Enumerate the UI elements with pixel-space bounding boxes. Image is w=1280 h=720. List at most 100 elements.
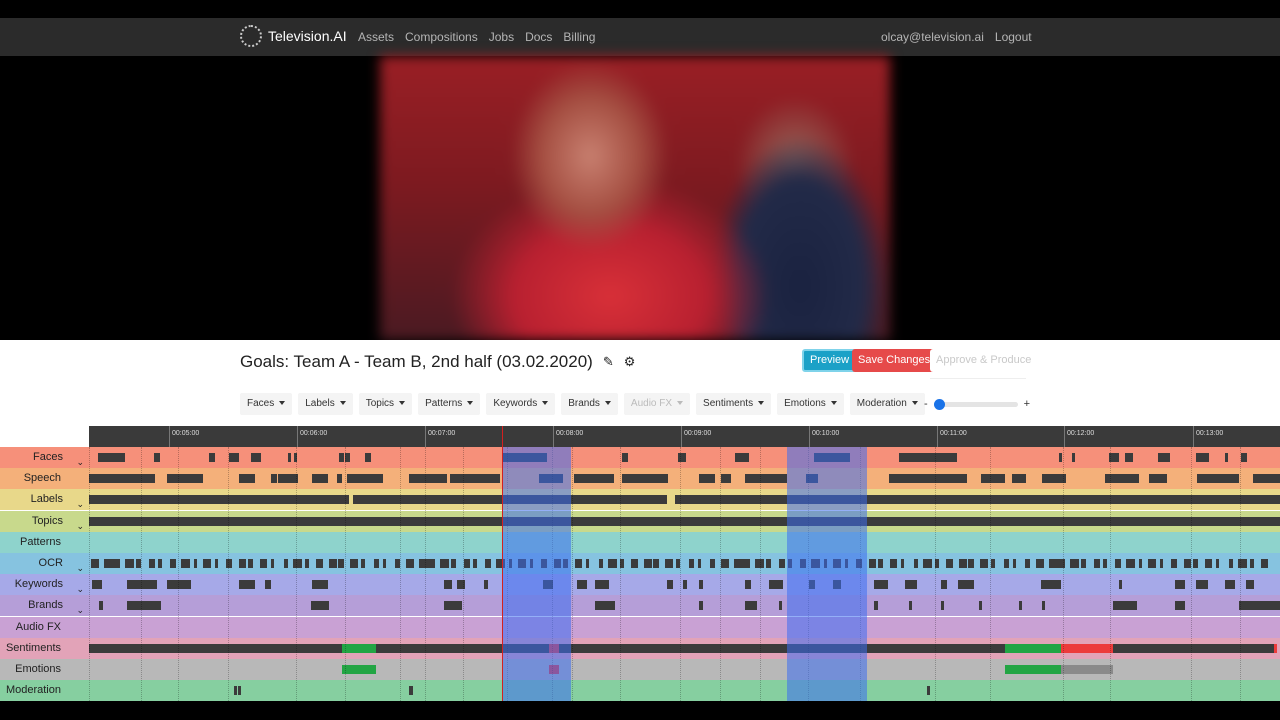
timeline-segment[interactable] — [1216, 559, 1219, 568]
timeline-row-keywords[interactable]: Keywords ⌄ — [0, 574, 1280, 596]
timeline-segment[interactable] — [1139, 559, 1142, 568]
timeline-segment[interactable] — [631, 559, 638, 568]
logout-link[interactable]: Logout — [995, 30, 1032, 44]
timeline-segment[interactable] — [203, 559, 211, 568]
timeline-segment[interactable] — [899, 453, 957, 462]
timeline-segment[interactable] — [599, 559, 603, 568]
timeline-segment[interactable] — [234, 686, 237, 696]
timeline-segment[interactable] — [1049, 559, 1058, 568]
timeline-segment[interactable] — [608, 559, 617, 568]
timeline-segment[interactable] — [1036, 559, 1044, 568]
row-label[interactable]: Brands ⌄ — [0, 595, 89, 616]
timeline-segment[interactable] — [878, 559, 883, 568]
timeline-segment[interactable] — [239, 559, 246, 568]
timeline-segment[interactable] — [288, 453, 291, 462]
timeline-segment[interactable] — [779, 601, 782, 611]
timeline-segment[interactable] — [1225, 453, 1228, 462]
timeline-segment[interactable] — [735, 453, 749, 462]
timeline-segment[interactable] — [959, 559, 967, 568]
timeline-segment[interactable] — [409, 474, 447, 484]
timeline-segment[interactable] — [338, 559, 344, 568]
timeline[interactable]: 00:05:00 00:06:00 00:07:00 00:08:00 00:09:00… — [0, 426, 1280, 702]
timeline-segment[interactable] — [251, 453, 261, 462]
timeline-segment[interactable] — [1171, 559, 1177, 568]
filter-patterns[interactable]: Patterns — [418, 393, 481, 415]
filter-faces[interactable]: Faces — [240, 393, 293, 415]
timeline-segment[interactable] — [745, 474, 787, 484]
timeline-segment[interactable] — [1149, 474, 1167, 484]
timeline-segment[interactable] — [586, 559, 589, 568]
row-label[interactable]: Audio FX — [0, 617, 89, 638]
timeline-segment[interactable] — [1264, 601, 1280, 611]
timeline-segment[interactable] — [1196, 453, 1209, 462]
row-track[interactable] — [89, 659, 1280, 680]
row-label[interactable]: Faces ⌄ — [0, 447, 89, 468]
timeline-segment[interactable] — [559, 643, 1005, 653]
timeline-segment[interactable] — [265, 580, 271, 590]
timeline-segment[interactable] — [89, 495, 349, 505]
timeline-row-moderation[interactable]: Moderation — [0, 680, 1280, 702]
timeline-segment[interactable] — [209, 453, 215, 462]
row-track[interactable] — [89, 574, 1280, 595]
timeline-segment[interactable] — [575, 559, 582, 568]
timeline-segment[interactable] — [941, 580, 947, 590]
timeline-segment[interactable] — [91, 559, 99, 568]
timeline-segment[interactable] — [1205, 559, 1212, 568]
timeline-segment[interactable] — [485, 559, 491, 568]
timeline-segment[interactable] — [1158, 453, 1170, 462]
timeline-row-audio-fx[interactable]: Audio FX — [0, 616, 1280, 638]
timeline-segment[interactable] — [1125, 453, 1133, 462]
timeline-row-brands[interactable]: Brands ⌄ — [0, 595, 1280, 617]
video-frame[interactable] — [380, 56, 890, 340]
row-track[interactable] — [89, 532, 1280, 553]
timeline-row-emotions[interactable]: Emotions — [0, 659, 1280, 680]
timeline-segment[interactable] — [699, 474, 715, 484]
save-changes-button[interactable]: Save Changes — [852, 349, 937, 372]
timeline-segment[interactable] — [444, 601, 462, 611]
timeline-segment[interactable] — [1019, 601, 1022, 611]
timeline-segment[interactable] — [769, 580, 783, 590]
timeline-segment[interactable] — [721, 559, 729, 568]
timeline-segment[interactable] — [312, 474, 328, 484]
timeline-segment[interactable] — [675, 495, 1280, 505]
timeline-segment[interactable] — [451, 559, 456, 568]
timeline-segment[interactable] — [1059, 453, 1062, 462]
timeline-segment[interactable] — [293, 559, 302, 568]
timeline-segment[interactable] — [149, 559, 155, 568]
timeline-segment[interactable] — [980, 559, 988, 568]
timeline-segment[interactable] — [125, 559, 134, 568]
nav-link-assets[interactable]: Assets — [358, 30, 394, 44]
nav-link-docs[interactable]: Docs — [525, 30, 552, 44]
timeline-segment[interactable] — [1119, 580, 1122, 590]
timeline-segment[interactable] — [1261, 559, 1268, 568]
filter-labels[interactable]: Labels — [298, 393, 353, 415]
timeline-segment[interactable] — [1013, 559, 1016, 568]
timeline-segment[interactable] — [1241, 453, 1247, 462]
timeline-segment[interactable] — [622, 474, 668, 484]
timeline-segment[interactable] — [914, 559, 918, 568]
timeline-segment[interactable] — [312, 580, 328, 590]
time-ruler[interactable]: 00:05:00 00:06:00 00:07:00 00:08:00 00:09:00… — [89, 426, 1280, 447]
timeline-segment[interactable] — [484, 580, 488, 590]
filter-sentiments[interactable]: Sentiments — [696, 393, 772, 415]
timeline-segment[interactable] — [667, 580, 673, 590]
timeline-segment[interactable] — [1246, 580, 1254, 590]
timeline-row-labels[interactable]: Labels ⌄ — [0, 489, 1280, 511]
timeline-segment[interactable] — [923, 559, 932, 568]
filter-moderation[interactable]: Moderation — [849, 393, 925, 415]
timeline-segment[interactable] — [1250, 559, 1254, 568]
row-track[interactable] — [89, 511, 1280, 532]
timeline-segment[interactable] — [167, 474, 203, 484]
timeline-segment[interactable] — [158, 559, 162, 568]
timeline-segment[interactable] — [1253, 474, 1280, 484]
brand[interactable]: Television.AI — [240, 25, 347, 47]
timeline-segment[interactable] — [284, 559, 288, 568]
timeline-segment[interactable] — [215, 559, 218, 568]
filter-keywords[interactable]: Keywords — [486, 393, 556, 415]
approve-produce-button[interactable]: Approve & Produce — [930, 349, 1038, 372]
timeline-segment[interactable] — [890, 559, 897, 568]
timeline-segment[interactable] — [1229, 559, 1233, 568]
preview-button[interactable]: Preview — [802, 349, 858, 372]
timeline-segment[interactable] — [745, 601, 757, 611]
timeline-segment[interactable] — [329, 559, 337, 568]
